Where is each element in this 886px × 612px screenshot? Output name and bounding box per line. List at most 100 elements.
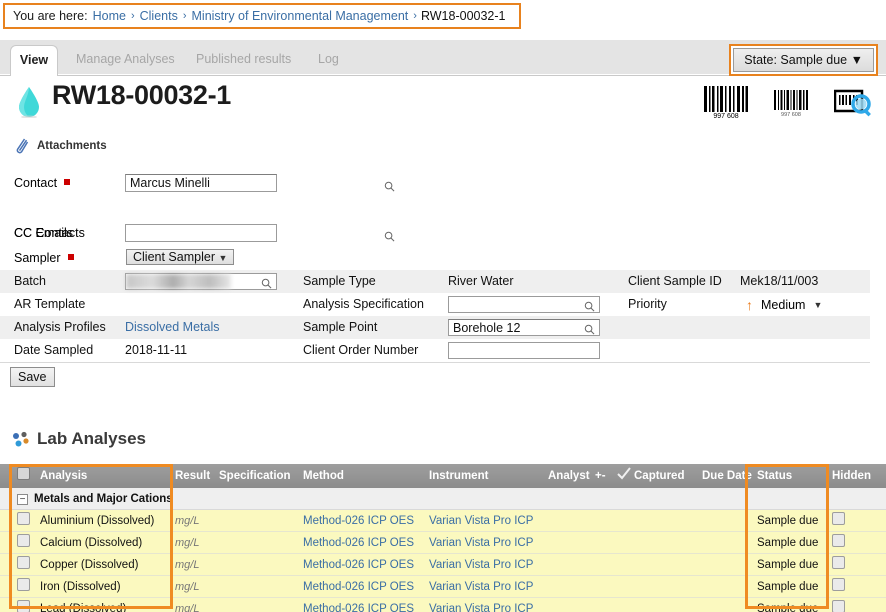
cell-instrument[interactable]: Varian Vista Pro ICP <box>429 510 533 532</box>
table-row[interactable]: Iron (Dissolved) mg/L Method-026 ICP OES… <box>0 576 886 598</box>
row-checkbox-cell <box>17 576 30 598</box>
cell-analysis: Aluminium (Dissolved) <box>40 510 154 532</box>
table-row[interactable]: Lead (Dissolved) mg/L Method-026 ICP OES… <box>0 598 886 612</box>
row-checkbox-cell <box>17 532 30 554</box>
attachments-label: Attachments <box>37 140 107 152</box>
date-sampled-label: Date Sampled <box>14 339 93 362</box>
cell-method[interactable]: Method-026 ICP OES <box>303 554 414 576</box>
cell-method[interactable]: Method-026 ICP OES <box>303 510 414 532</box>
cell-instrument[interactable]: Varian Vista Pro ICP <box>429 576 533 598</box>
state-highlight-box: State: Sample due ▼ <box>729 44 878 76</box>
tab-manage-analyses[interactable]: Manage Analyses <box>62 45 189 76</box>
row-select-checkbox[interactable] <box>17 534 30 547</box>
hidden-checkbox[interactable] <box>832 512 845 525</box>
colored-dots-icon <box>12 431 29 448</box>
tab-view[interactable]: View <box>10 45 58 76</box>
cell-hidden <box>832 510 845 532</box>
barcode-toolbar: 997 608 997 608 <box>704 86 874 120</box>
row-checkbox-cell <box>17 554 30 576</box>
row-select-checkbox[interactable] <box>17 556 30 569</box>
collapse-group-icon[interactable]: − <box>17 494 28 505</box>
cell-status: Sample due <box>757 576 818 598</box>
cell-analysis: Copper (Dissolved) <box>40 554 138 576</box>
save-button[interactable]: Save <box>10 367 55 387</box>
page-header: RW18-00032-1 997 608 997 608 <box>0 80 886 128</box>
cell-analysis: Iron (Dissolved) <box>40 576 121 598</box>
tab-log[interactable]: Log <box>304 45 353 76</box>
cell-status: Sample due <box>757 554 818 576</box>
cell-method[interactable]: Method-026 ICP OES <box>303 598 414 612</box>
breadcrumb-item-clients[interactable]: Clients <box>140 9 178 23</box>
grid-row-date-sampled: Date Sampled 2018-11-11 Client Order Num… <box>0 339 870 362</box>
cell-method[interactable]: Method-026 ICP OES <box>303 576 414 598</box>
client-sample-id-value: Mek18/11/003 <box>740 270 818 293</box>
sampler-select[interactable]: Client Sampler ▼ <box>126 249 234 265</box>
date-sampled-value: 2018-11-11 <box>125 339 187 362</box>
barcode-large-icon[interactable]: 997 608 <box>704 86 748 120</box>
hidden-checkbox[interactable] <box>832 600 845 612</box>
form-row-sampler: Sampler Client Sampler ▼ <box>0 245 886 270</box>
analysis-specification-input[interactable] <box>448 296 600 313</box>
sample-type-value: River Water <box>448 270 514 293</box>
barcode-small-icon[interactable]: 997 608 <box>774 88 808 118</box>
cell-instrument[interactable]: Varian Vista Pro ICP <box>429 532 533 554</box>
sample-point-input[interactable] <box>448 319 600 336</box>
svg-text:997 608: 997 608 <box>781 112 801 118</box>
analysis-profiles-value-link[interactable]: Dissolved Metals <box>125 316 219 339</box>
attachments-link[interactable]: Attachments <box>14 137 107 154</box>
form-row-cc-emails: CC Emails <box>0 220 886 245</box>
hidden-checkbox[interactable] <box>832 578 845 591</box>
checkmark-icon <box>617 467 631 481</box>
row-select-checkbox[interactable] <box>17 578 30 591</box>
client-order-number-input[interactable] <box>448 342 600 359</box>
barcode-lookup-icon[interactable] <box>834 87 874 119</box>
cell-analysis: Lead (Dissolved) <box>40 598 126 612</box>
cell-result-unit: mg/L <box>175 532 199 554</box>
sampler-value: Client Sampler <box>133 250 215 264</box>
column-header-hidden[interactable]: Hidden <box>832 464 871 488</box>
priority-select[interactable]: ↑ Medium ▼ <box>740 295 830 314</box>
chevron-down-icon: ▼ <box>851 53 863 67</box>
column-header-method[interactable]: Method <box>303 464 344 488</box>
hidden-checkbox[interactable] <box>832 534 845 547</box>
table-row[interactable]: Aluminium (Dissolved) mg/L Method-026 IC… <box>0 510 886 532</box>
cell-instrument[interactable]: Varian Vista Pro ICP <box>429 554 533 576</box>
table-group-row[interactable]: − Metals and Major Cations <box>0 488 886 510</box>
row-select-checkbox[interactable] <box>17 512 30 525</box>
hidden-checkbox[interactable] <box>832 556 845 569</box>
column-header-plus-minus[interactable]: +- <box>595 464 606 488</box>
cell-hidden <box>832 598 845 612</box>
column-header-check-icon[interactable] <box>617 464 631 488</box>
cc-emails-input[interactable] <box>125 224 277 242</box>
select-all-checkbox[interactable] <box>17 467 30 480</box>
sample-type-label: Sample Type <box>303 270 376 293</box>
cell-instrument[interactable]: Varian Vista Pro ICP <box>429 598 533 612</box>
column-header-result[interactable]: Result <box>175 464 210 488</box>
cell-method[interactable]: Method-026 ICP OES <box>303 532 414 554</box>
column-header-instrument[interactable]: Instrument <box>429 464 488 488</box>
page-title: RW18-00032-1 <box>52 80 231 111</box>
cell-analysis: Calcium (Dissolved) <box>40 532 142 554</box>
column-header-analyst[interactable]: Analyst <box>548 464 590 488</box>
cell-status: Sample due <box>757 598 818 612</box>
table-row[interactable]: Copper (Dissolved) mg/L Method-026 ICP O… <box>0 554 886 576</box>
column-header-due-date[interactable]: Due Date <box>702 464 752 488</box>
row-select-checkbox[interactable] <box>17 600 30 612</box>
column-header-status[interactable]: Status <box>757 464 792 488</box>
column-header-analysis[interactable]: Analysis <box>40 464 87 488</box>
table-row[interactable]: Calcium (Dissolved) mg/L Method-026 ICP … <box>0 532 886 554</box>
select-all-checkbox-cell <box>17 464 30 488</box>
analysis-specification-label: Analysis Specification <box>303 293 424 316</box>
tab-published-results[interactable]: Published results <box>182 45 305 76</box>
breadcrumb-item-home[interactable]: Home <box>93 9 126 23</box>
priority-value: Medium <box>761 298 805 312</box>
cell-status: Sample due <box>757 532 818 554</box>
analysis-profiles-label: Analysis Profiles <box>14 316 106 339</box>
state-dropdown-button[interactable]: State: Sample due ▼ <box>733 48 874 72</box>
lab-analyses-title: Lab Analyses <box>37 429 146 449</box>
breadcrumb-item-client[interactable]: Ministry of Environmental Management <box>192 9 409 23</box>
chevron-down-icon: ▼ <box>218 253 227 263</box>
column-header-specification[interactable]: Specification <box>219 464 291 488</box>
column-header-captured[interactable]: Captured <box>634 464 684 488</box>
contact-input[interactable] <box>125 174 277 192</box>
